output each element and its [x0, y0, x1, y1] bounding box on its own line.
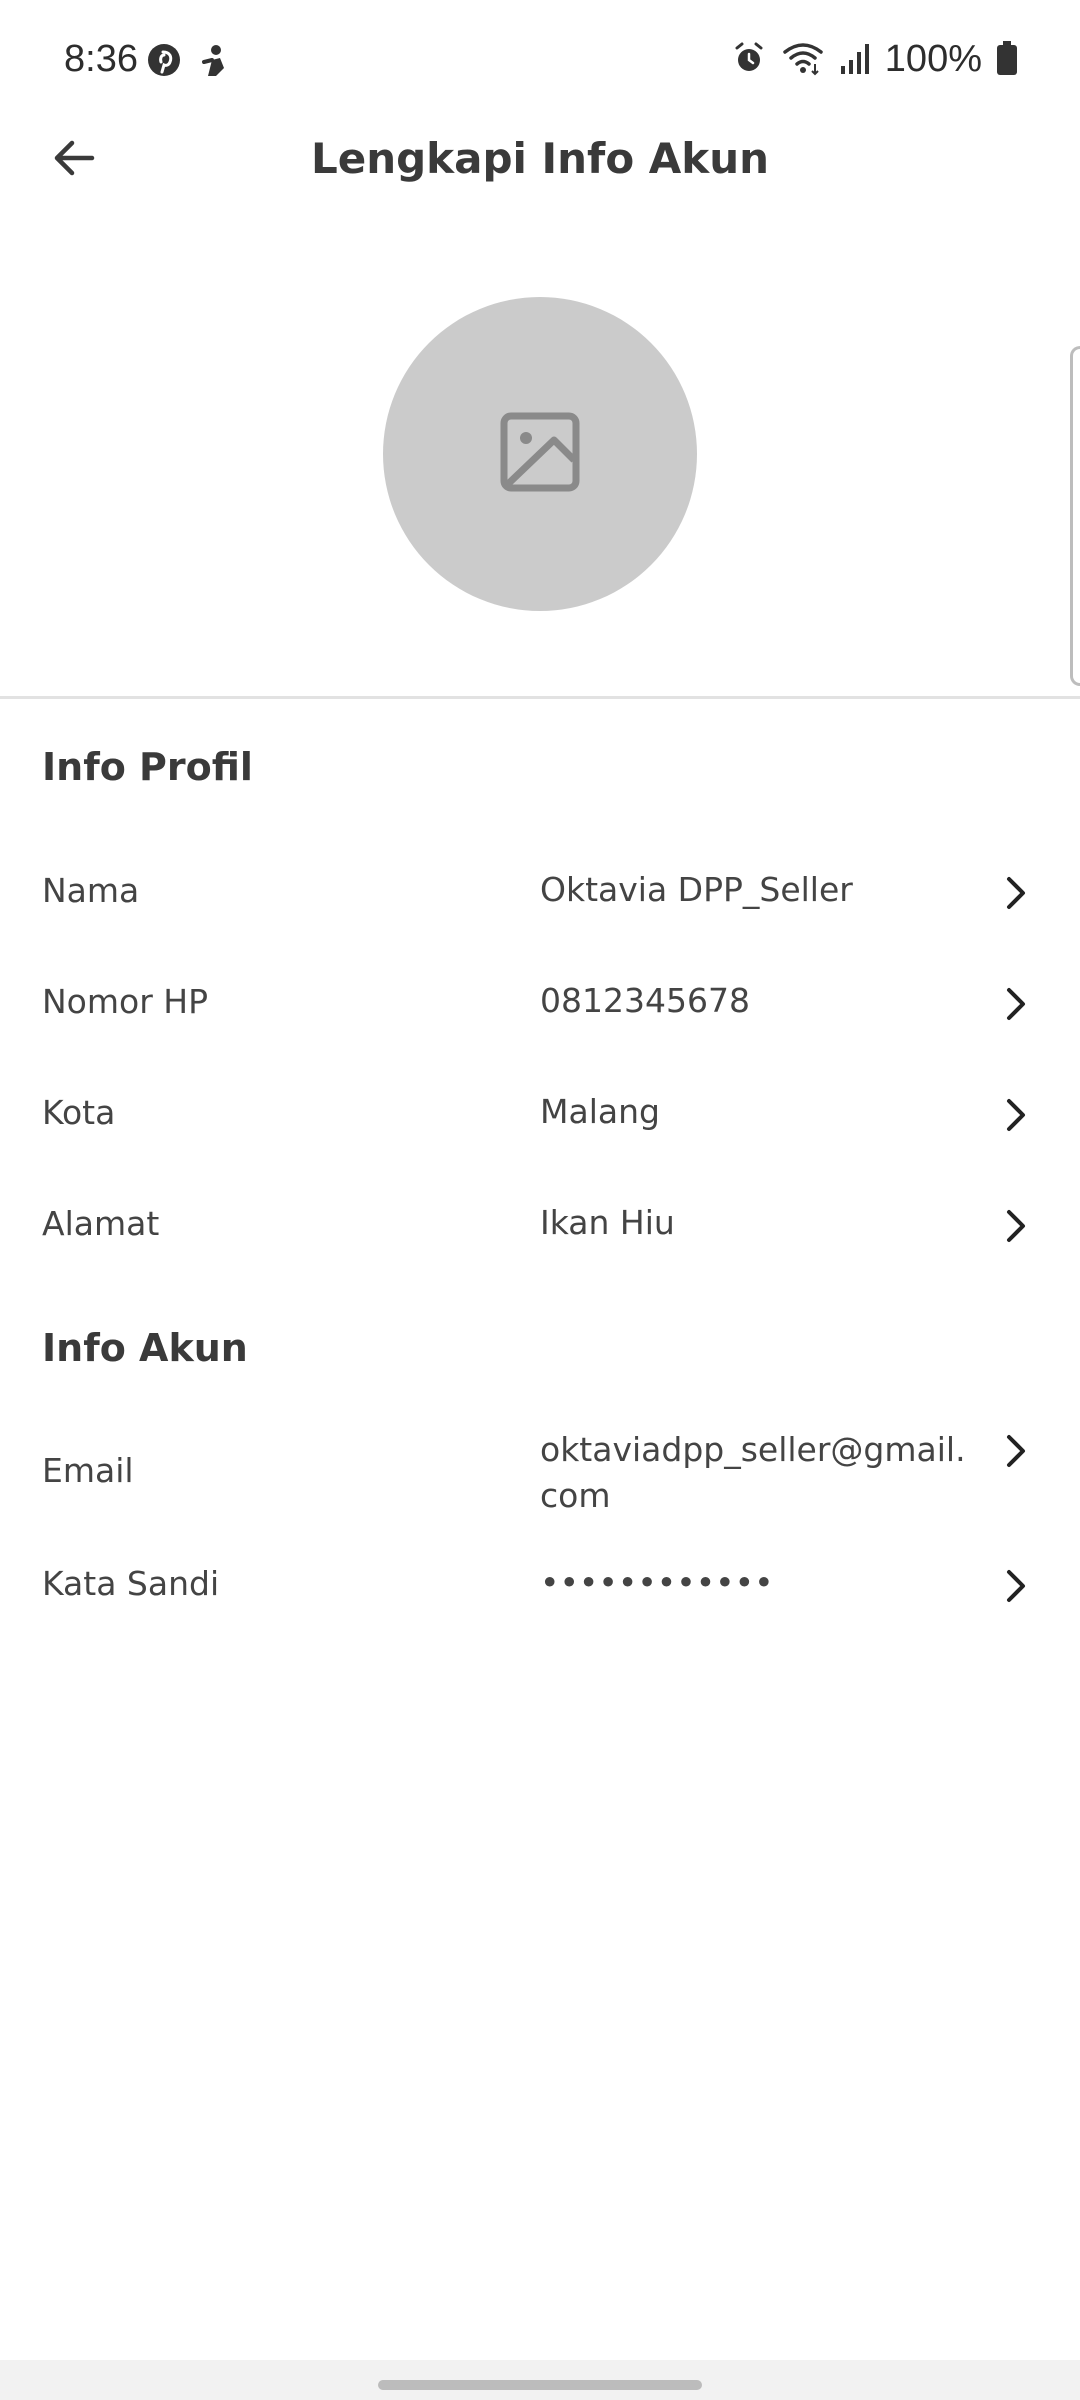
- row-value: ••••••••••••: [540, 1563, 774, 1602]
- chevron-right-icon: [996, 1566, 1036, 1606]
- row-email[interactable]: Email oktaviadpp_seller@gmail.com: [0, 1427, 1080, 1527]
- row-value: oktaviadpp_seller@gmail.com: [540, 1430, 966, 1515]
- row-label: Alamat: [42, 1204, 160, 1243]
- divider: [0, 696, 1080, 699]
- signal-icon: [839, 40, 871, 80]
- row-alamat[interactable]: Alamat Ikan Hiu: [0, 1200, 1080, 1280]
- chevron-right-icon: [996, 1431, 1036, 1471]
- row-value: 0812345678: [540, 981, 750, 1020]
- battery-percentage: 100%: [884, 38, 982, 80]
- row-value: Ikan Hiu: [540, 1203, 675, 1242]
- status-system-icons: 100%: [731, 38, 1018, 81]
- chevron-right-icon: [996, 873, 1036, 913]
- row-kota[interactable]: Kota Malang: [0, 1089, 1080, 1169]
- wifi-icon: [781, 40, 825, 80]
- row-nama[interactable]: Nama Oktavia DPP_Seller: [0, 867, 1080, 947]
- row-label: Kota: [42, 1093, 116, 1132]
- row-label: Email: [42, 1451, 134, 1490]
- row-label: Nama: [42, 871, 140, 910]
- app-notification-icon: [196, 42, 232, 82]
- status-bar: 8:36 100%: [0, 0, 1080, 120]
- home-gesture-handle[interactable]: [378, 2380, 702, 2390]
- app-bar: Lengkapi Info Akun: [0, 120, 1080, 204]
- row-value: Malang: [540, 1092, 660, 1131]
- section-title-info-akun: Info Akun: [42, 1326, 248, 1370]
- chevron-right-icon: [996, 1095, 1036, 1135]
- status-notification-icons: [146, 42, 232, 82]
- battery-icon: [996, 40, 1018, 80]
- section-title-info-profil: Info Profil: [42, 745, 253, 789]
- row-label: Kata Sandi: [42, 1564, 220, 1603]
- chevron-right-icon: [996, 984, 1036, 1024]
- system-nav-bar: [0, 2360, 1080, 2400]
- alarm-icon: [731, 40, 767, 80]
- row-kata-sandi[interactable]: Kata Sandi ••••••••••••: [0, 1562, 1080, 1642]
- row-nomor-hp[interactable]: Nomor HP 0812345678: [0, 978, 1080, 1058]
- image-placeholder-icon: [498, 410, 582, 498]
- row-value: Oktavia DPP_Seller: [540, 870, 853, 909]
- status-time: 8:36: [64, 38, 138, 80]
- side-panel-handle[interactable]: [1070, 346, 1080, 686]
- chevron-right-icon: [996, 1206, 1036, 1246]
- row-label: Nomor HP: [42, 982, 208, 1021]
- avatar-upload[interactable]: [383, 297, 697, 611]
- page-title: Lengkapi Info Akun: [310, 134, 770, 183]
- pinterest-icon: [146, 42, 182, 82]
